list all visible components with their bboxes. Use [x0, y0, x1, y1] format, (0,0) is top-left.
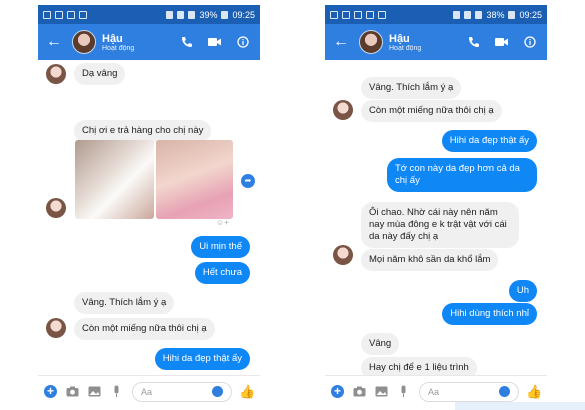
message-input-placeholder: Aa: [141, 386, 153, 397]
contact-status: Hoạt động: [389, 44, 422, 52]
chat-header: ← Hậu Hoạt động: [325, 24, 547, 60]
video-call-icon[interactable]: [495, 35, 509, 49]
signal-icon: [188, 10, 196, 19]
thumbs-up-icon[interactable]: 👍: [239, 384, 255, 399]
clock: 09:25: [519, 9, 542, 20]
contact-status: Hoạt động: [102, 44, 135, 52]
battery-level: 39%: [199, 9, 218, 20]
message-list[interactable]: Dạ vâng Chị ơi e trả hàng cho chị này ➦ …: [38, 60, 260, 375]
image-icon[interactable]: [88, 385, 101, 398]
avatar: [46, 64, 66, 84]
thumbs-up-icon[interactable]: 👍: [526, 384, 542, 399]
screenshot-canvas: 39% 09:25 ← Hậu Hoạt động Dạ vâng Chị ơi…: [0, 0, 585, 410]
battery-icon: [508, 10, 516, 19]
battery-level: 38%: [486, 9, 505, 20]
microphone-icon[interactable]: [397, 385, 410, 398]
plus-icon[interactable]: +: [44, 385, 57, 398]
message-bubble: Ôi chao. Nhờ cái này nên năm nay mùa đôn…: [361, 202, 519, 248]
reaction-icon[interactable]: ☺+: [216, 218, 229, 227]
phone-icon[interactable]: [467, 35, 481, 49]
avatar: [333, 100, 353, 120]
facebook-icon: [55, 10, 63, 19]
wifi-icon: [464, 10, 472, 19]
facebook-icon: [67, 10, 75, 19]
info-icon[interactable]: [523, 35, 537, 49]
message-bubble: Chị ơi e trả hàng cho chị này: [74, 120, 212, 142]
avatar: [46, 198, 66, 218]
message-bubble: Dạ vâng: [74, 63, 126, 85]
message-bubble: Ui mịn thế: [191, 236, 250, 258]
notification-icons: [330, 10, 386, 19]
message-bubble: Hihi dùng thích nhỉ: [442, 303, 537, 325]
signal-icon: [475, 10, 483, 19]
gallery-icon: [354, 10, 362, 19]
info-icon[interactable]: [236, 35, 250, 49]
contact-info[interactable]: Hậu Hoạt động: [389, 33, 467, 52]
message-input-placeholder: Aa: [428, 386, 440, 397]
status-bar: 38% 09:25: [325, 5, 547, 24]
emoji-icon[interactable]: [212, 386, 223, 397]
avatar: [46, 318, 66, 338]
camera-icon[interactable]: [353, 385, 366, 398]
battery-icon: [221, 10, 229, 19]
avatar[interactable]: [359, 30, 383, 54]
message-list[interactable]: Vâng. Thích lắm ý ạ Còn một miếng nữa th…: [325, 60, 547, 379]
message-bubble: Tớ con này da đẹp hơn cả da chị ấy: [387, 158, 537, 192]
image-icon[interactable]: [375, 385, 388, 398]
phone-right: 38% 09:25 ← Hậu Hoạt động Vâng. Thích lắ…: [325, 5, 547, 407]
message-bubble: Hihi da đẹp thật ấy: [441, 130, 537, 152]
message-input[interactable]: Aa: [419, 381, 519, 402]
system-icons: 39% 09:25: [166, 10, 255, 20]
share-icon[interactable]: ➦: [241, 174, 255, 188]
message-input[interactable]: Aa: [132, 381, 232, 402]
microphone-icon[interactable]: [110, 385, 123, 398]
composer-bar: + Aa 👍: [38, 375, 260, 407]
facebook-icon: [330, 10, 338, 19]
wifi-icon: [177, 10, 185, 19]
system-icons: 38% 09:25: [453, 10, 542, 20]
video-call-icon[interactable]: [208, 35, 222, 49]
contact-name: Hậu: [102, 32, 123, 45]
clock: 09:25: [232, 9, 255, 20]
back-arrow-icon[interactable]: ←: [331, 33, 351, 51]
plus-icon[interactable]: +: [331, 385, 344, 398]
mute-icon: [166, 10, 174, 19]
message-bubble: Uh: [508, 280, 537, 302]
back-arrow-icon[interactable]: ←: [44, 33, 64, 51]
watermark: [455, 402, 585, 410]
facebook-icon: [366, 10, 374, 19]
mute-icon: [453, 10, 461, 19]
avatar: [333, 245, 353, 265]
phone-icon[interactable]: [180, 35, 194, 49]
message-bubble: Hihi da đẹp thật ấy: [154, 348, 250, 370]
contact-info[interactable]: Hậu Hoạt động: [102, 33, 180, 52]
avatar[interactable]: [72, 30, 96, 54]
shared-photo[interactable]: [156, 140, 233, 219]
message-bubble: Hết chưa: [194, 262, 250, 284]
message-bubble: Vâng. Thích lắm ý ạ: [361, 77, 462, 99]
play-icon: [79, 10, 87, 19]
notification-icons: [43, 10, 87, 19]
message-bubble: Còn một miếng nữa thôi chị ạ: [361, 100, 502, 122]
message-bubble: Còn một miếng nữa thôi chị ạ: [74, 318, 215, 340]
message-bubble: Vâng. Thích lắm ý ạ: [74, 292, 175, 314]
status-bar: 39% 09:25: [38, 5, 260, 24]
message-bubble: Mọi năm khô sần da khổ lắm: [361, 249, 499, 271]
message-bubble: Vâng: [361, 333, 400, 355]
chat-header: ← Hậu Hoạt động: [38, 24, 260, 60]
contact-name: Hậu: [389, 32, 410, 45]
facebook-icon: [43, 10, 51, 19]
camera-icon[interactable]: [66, 385, 79, 398]
emoji-icon[interactable]: [499, 386, 510, 397]
play-icon: [378, 10, 386, 19]
facebook-icon: [342, 10, 350, 19]
phone-left: 39% 09:25 ← Hậu Hoạt động Dạ vâng Chị ơi…: [38, 5, 260, 407]
shared-photo[interactable]: [75, 140, 154, 219]
